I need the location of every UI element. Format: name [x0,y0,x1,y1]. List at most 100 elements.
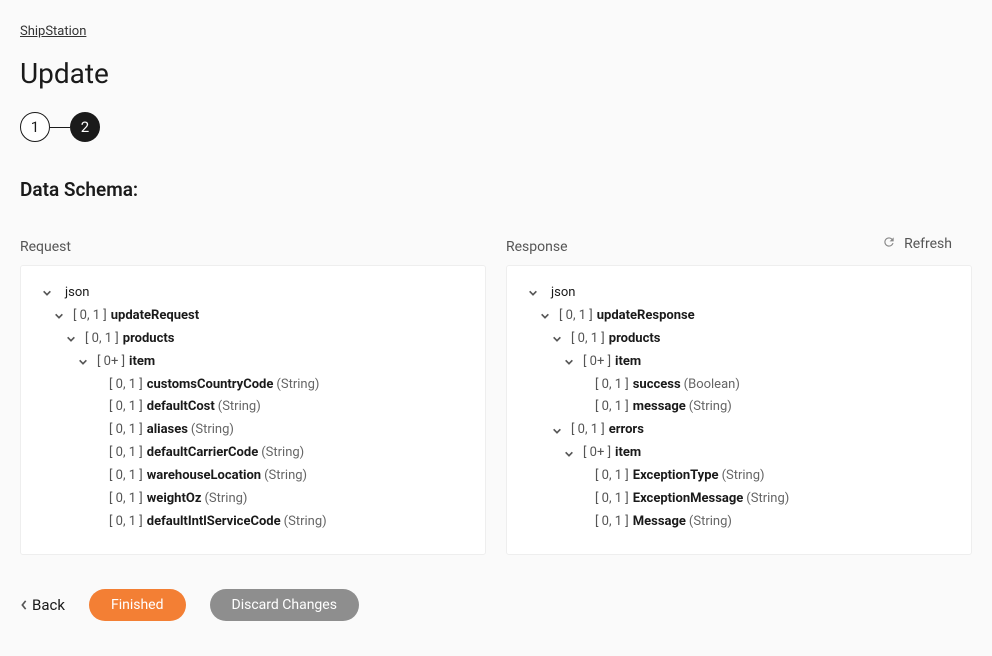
node-name: products [609,331,661,348]
step-connector [50,127,70,128]
node-cardinality: [ 0, 1 ] [109,514,143,531]
chevron-down-icon[interactable] [561,354,577,370]
node-type: (String) [722,468,765,485]
chevron-left-icon [20,596,28,614]
node-name: defaultIntlServiceCode [147,514,281,531]
tree-node[interactable]: [ 0, 1 ] customsCountryCode (String) [39,374,467,397]
tree-node[interactable]: [ 0, 1 ] updateRequest [39,305,467,328]
node-name: ExceptionMessage [633,491,744,508]
node-name: item [129,354,155,371]
node-cardinality: [ 0+ ] [97,354,125,371]
tree-node[interactable]: [ 0+ ] item [525,351,953,374]
chevron-down-icon[interactable] [549,331,565,347]
tree-node[interactable]: json [39,282,467,305]
tree-node[interactable]: [ 0, 1 ] errors [525,419,953,442]
chevron-down-icon[interactable] [561,446,577,462]
node-type: (String) [284,514,327,531]
node-name: errors [609,422,644,439]
node-cardinality: [ 0+ ] [583,445,611,462]
node-type: (Boolean) [684,377,740,394]
node-type: (String) [204,491,247,508]
tree-node[interactable]: [ 0, 1 ] Message (String) [525,511,953,534]
node-name: updateRequest [111,308,199,325]
tree-node[interactable]: [ 0, 1 ] success (Boolean) [525,374,953,397]
breadcrumb-link[interactable]: ShipStation [20,24,86,39]
tree-node[interactable]: [ 0, 1 ] products [525,328,953,351]
node-cardinality: [ 0, 1 ] [73,308,107,325]
step-1[interactable]: 1 [20,112,50,142]
response-schema-box: json[ 0, 1 ] updateResponse[ 0, 1 ] prod… [506,265,972,555]
node-name: message [633,399,686,416]
node-name: ExceptionType [633,468,719,485]
discard-button[interactable]: Discard Changes [210,589,359,621]
node-cardinality: [ 0, 1 ] [109,491,143,508]
back-label: Back [32,596,65,614]
node-name: json [551,285,575,302]
node-type: (String) [276,377,319,394]
tree-node[interactable]: [ 0, 1 ] aliases (String) [39,419,467,442]
node-cardinality: [ 0, 1 ] [595,377,629,394]
section-title: Data Schema: [20,178,972,201]
node-cardinality: [ 0, 1 ] [595,468,629,485]
chevron-down-icon[interactable] [525,285,541,301]
node-name: item [615,445,641,462]
node-name: aliases [147,422,188,439]
chevron-down-icon[interactable] [63,331,79,347]
node-type: (String) [746,491,789,508]
node-cardinality: [ 0, 1 ] [595,514,629,531]
node-cardinality: [ 0, 1 ] [559,308,593,325]
node-name: defaultCarrierCode [147,445,258,462]
tree-node[interactable]: [ 0+ ] item [525,442,953,465]
tree-node[interactable]: [ 0, 1 ] weightOz (String) [39,488,467,511]
tree-node[interactable]: [ 0, 1 ] message (String) [525,396,953,419]
node-name: updateResponse [597,308,695,325]
refresh-icon [882,235,896,253]
tree-node[interactable]: [ 0, 1 ] warehouseLocation (String) [39,465,467,488]
node-name: Message [633,514,686,531]
chevron-down-icon[interactable] [39,285,55,301]
node-cardinality: [ 0, 1 ] [109,399,143,416]
node-name: item [615,354,641,371]
node-cardinality: [ 0+ ] [583,354,611,371]
request-schema-box: json[ 0, 1 ] updateRequest[ 0, 1 ] produ… [20,265,486,555]
finished-button[interactable]: Finished [89,589,186,621]
node-cardinality: [ 0, 1 ] [571,422,605,439]
node-name: json [65,285,89,302]
chevron-down-icon[interactable] [75,354,91,370]
tree-node[interactable]: [ 0, 1 ] defaultCost (String) [39,396,467,419]
step-2[interactable]: 2 [70,112,100,142]
node-cardinality: [ 0, 1 ] [109,468,143,485]
tree-node[interactable]: [ 0, 1 ] products [39,328,467,351]
node-type: (String) [264,468,307,485]
tree-node[interactable]: [ 0, 1 ] updateResponse [525,305,953,328]
node-name: weightOz [147,491,202,508]
tree-node[interactable]: [ 0+ ] item [39,351,467,374]
node-cardinality: [ 0, 1 ] [571,331,605,348]
node-type: (String) [191,422,234,439]
node-cardinality: [ 0, 1 ] [109,377,143,394]
node-name: success [633,377,681,394]
stepper: 1 2 [20,112,972,142]
tree-node[interactable]: [ 0, 1 ] defaultIntlServiceCode (String) [39,511,467,534]
page-title: Update [20,57,972,90]
refresh-label: Refresh [904,236,952,252]
refresh-button[interactable]: Refresh [882,235,952,253]
node-cardinality: [ 0, 1 ] [595,491,629,508]
chevron-down-icon[interactable] [537,308,553,324]
tree-node[interactable]: [ 0, 1 ] ExceptionMessage (String) [525,488,953,511]
node-type: (String) [261,445,304,462]
node-name: products [123,331,175,348]
chevron-down-icon[interactable] [549,423,565,439]
node-name: customsCountryCode [147,377,274,394]
chevron-down-icon[interactable] [51,308,67,324]
tree-node[interactable]: json [525,282,953,305]
node-cardinality: [ 0, 1 ] [109,445,143,462]
back-button[interactable]: Back [20,596,65,614]
node-name: warehouseLocation [147,468,261,485]
request-header: Request [20,239,486,255]
node-cardinality: [ 0, 1 ] [595,399,629,416]
node-type: (String) [218,399,261,416]
node-name: defaultCost [147,399,215,416]
tree-node[interactable]: [ 0, 1 ] ExceptionType (String) [525,465,953,488]
tree-node[interactable]: [ 0, 1 ] defaultCarrierCode (String) [39,442,467,465]
